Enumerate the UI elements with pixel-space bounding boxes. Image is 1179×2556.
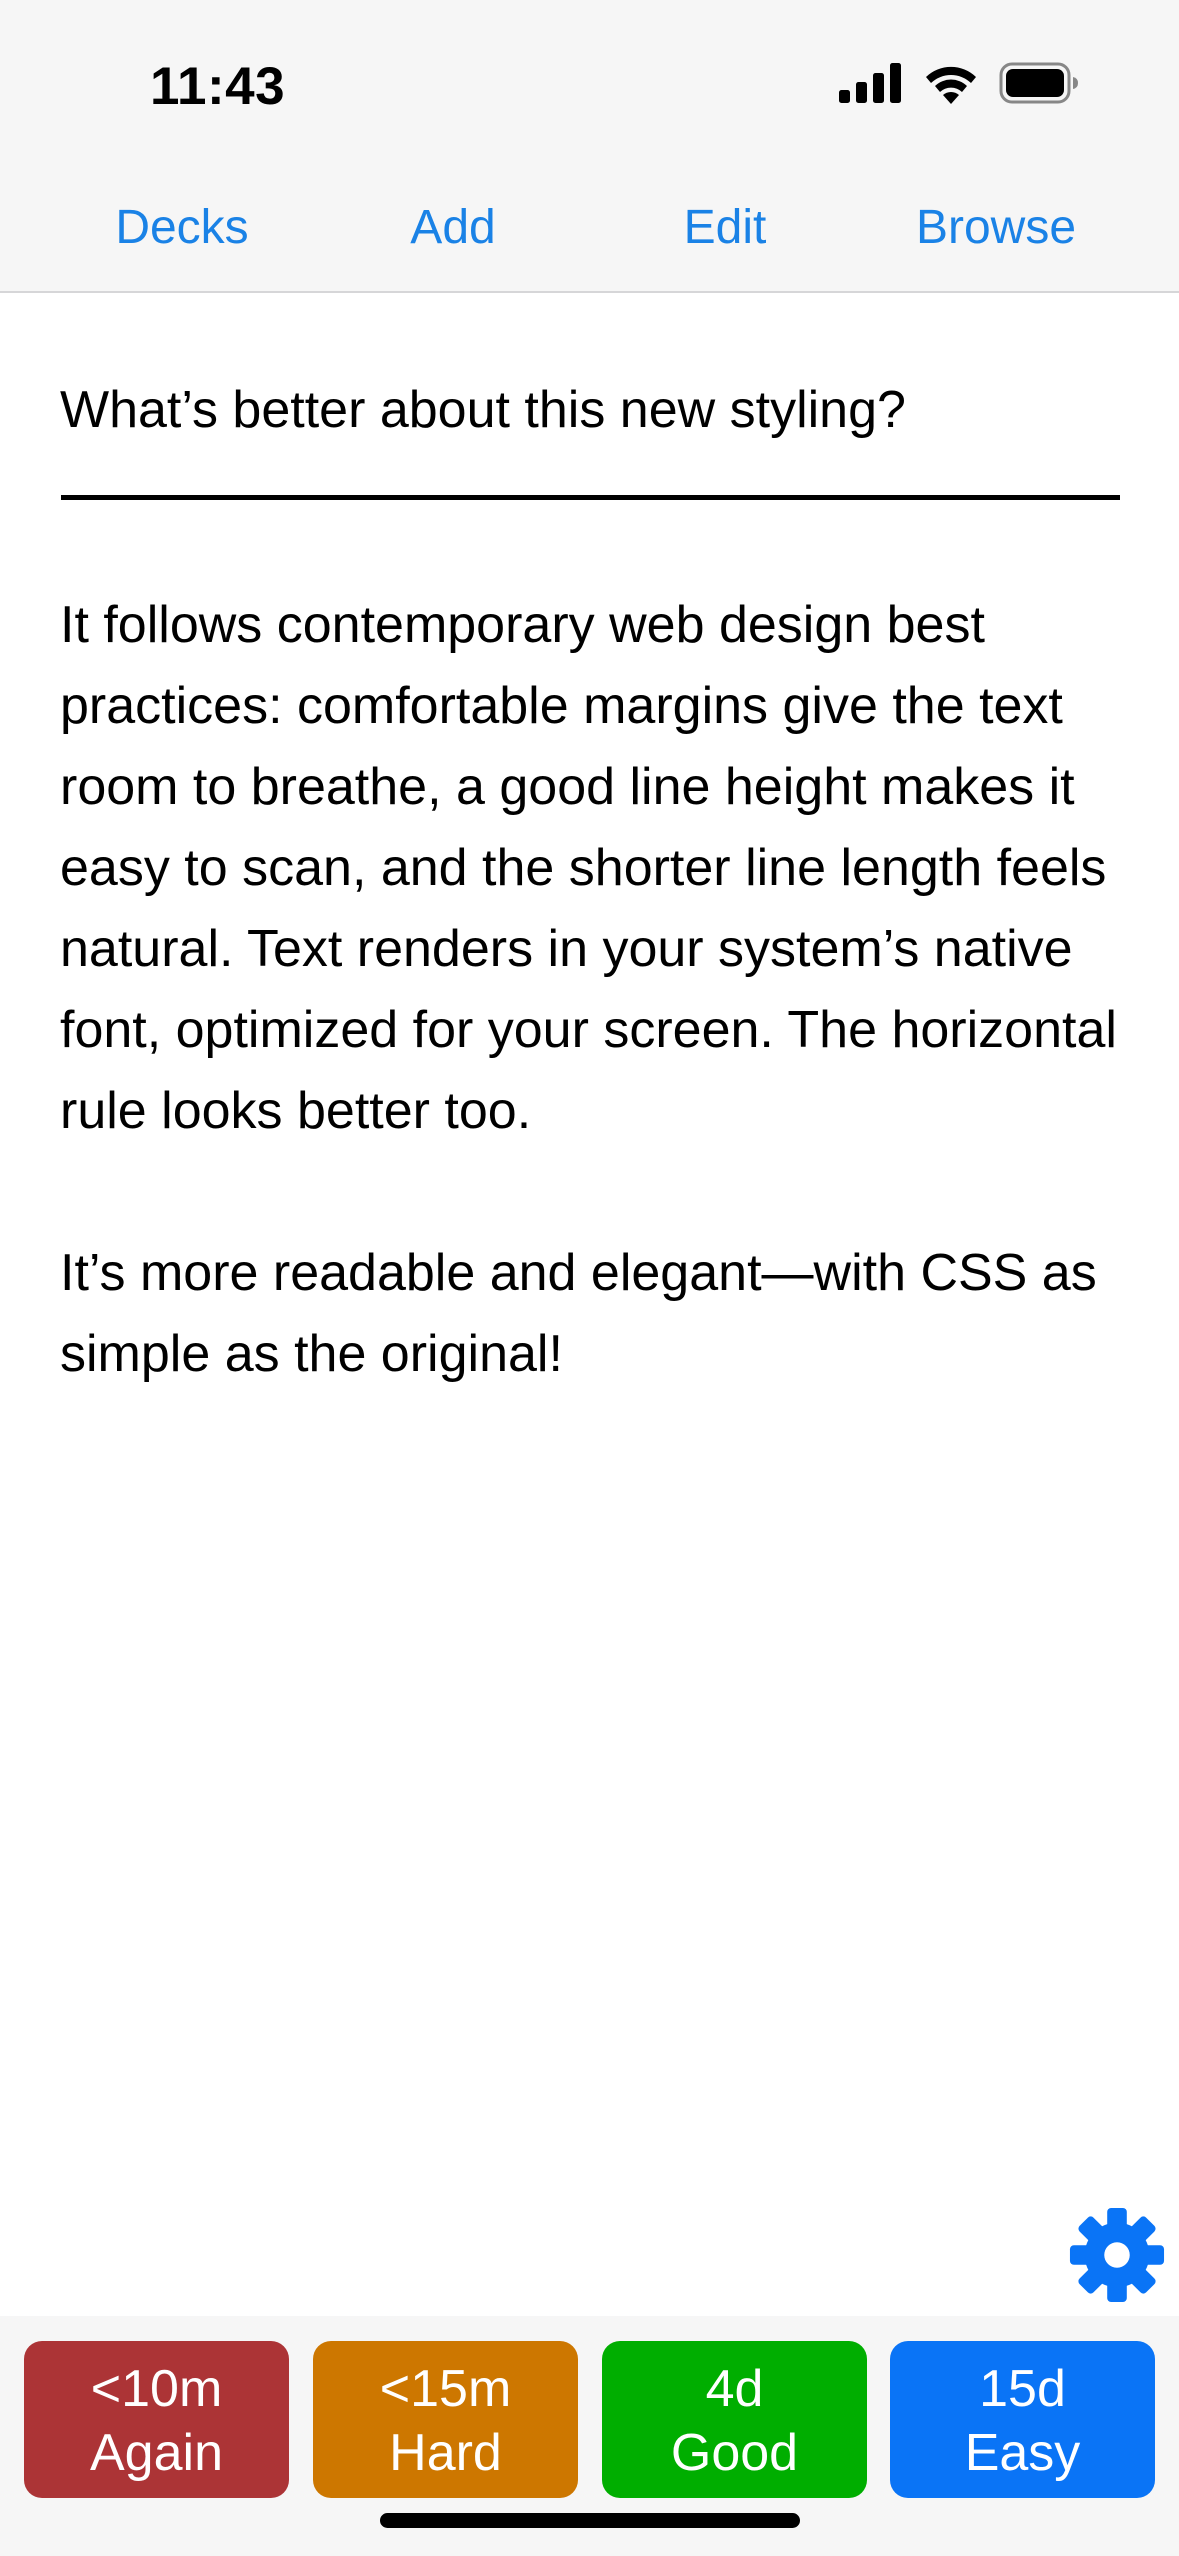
cellular-signal-icon (839, 63, 903, 103)
easy-label: Easy (964, 2424, 1081, 2482)
nav-browse-link[interactable]: Browse (916, 190, 1076, 266)
card-answer: It follows contemporary web design best … (60, 585, 1120, 1395)
again-button[interactable]: <10m Again (24, 2341, 289, 2498)
again-interval: <10m (90, 2360, 223, 2418)
easy-interval: 15d (979, 2360, 1066, 2418)
nav-decks-link[interactable]: Decks (115, 190, 248, 266)
home-indicator (380, 2513, 800, 2528)
battery-icon (999, 62, 1079, 104)
top-chrome: 11:43 Decks Add Edit Browse (0, 0, 1179, 293)
good-label: Good (670, 2424, 799, 2482)
card-question: What’s better about this new styling? (60, 381, 906, 439)
nav-bar: Decks Add Edit Browse (0, 190, 1179, 270)
answer-paragraph: It follows contemporary web design best … (60, 596, 1117, 1140)
settings-gear-button[interactable] (1068, 2206, 1166, 2304)
status-time: 11:43 (150, 57, 286, 116)
again-label: Again (90, 2424, 223, 2482)
answer-divider (60, 495, 1120, 500)
hard-button[interactable]: <15m Hard (313, 2341, 578, 2498)
hard-label: Hard (389, 2424, 502, 2482)
good-interval: 4d (705, 2360, 764, 2418)
answer-paragraph: It’s more readable and elegant—with CSS … (60, 1244, 1097, 1383)
good-button[interactable]: 4d Good (602, 2341, 867, 2498)
wifi-icon (923, 62, 979, 104)
hard-interval: <15m (379, 2360, 512, 2418)
nav-edit-link[interactable]: Edit (684, 190, 767, 266)
nav-add-link[interactable]: Add (410, 190, 495, 266)
card-content: What’s better about this new styling? It… (60, 293, 1120, 1395)
status-icons (839, 62, 1079, 104)
gear-icon (1069, 2207, 1165, 2303)
easy-button[interactable]: 15d Easy (890, 2341, 1155, 2498)
